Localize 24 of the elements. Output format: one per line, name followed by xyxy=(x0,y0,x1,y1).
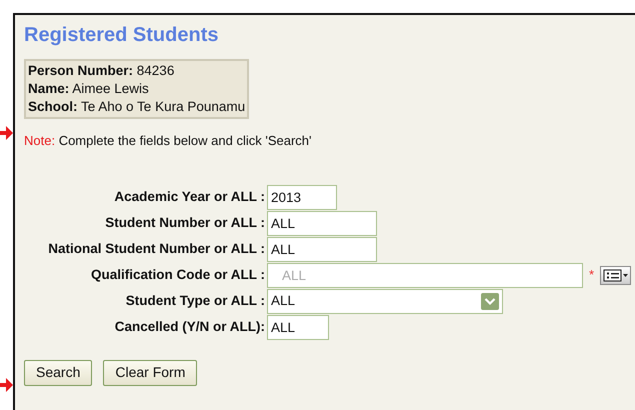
info-line: School: Te Aho o Te Kura Pounamu xyxy=(28,99,246,114)
field-label: Student Number or ALL : xyxy=(104,214,266,232)
input-field[interactable]: ALL xyxy=(267,314,329,340)
search-button[interactable]: Search xyxy=(24,360,92,386)
field-label: Cancelled (Y/N or ALL): xyxy=(114,318,266,336)
input-field[interactable]: 2013 xyxy=(267,184,337,210)
select-field[interactable]: ALL xyxy=(267,288,503,314)
field-label: Academic Year or ALL : xyxy=(113,188,266,206)
arrow-icon xyxy=(0,378,13,392)
input-field[interactable]: ALL xyxy=(267,210,377,236)
field-label: National Student Number or ALL : xyxy=(47,240,266,258)
info-line: Name: Aimee Lewis xyxy=(28,81,149,96)
info-line: Person Number: 84236 xyxy=(28,63,174,78)
page-title: Registered Students xyxy=(24,23,220,47)
lookup-button[interactable] xyxy=(600,266,632,284)
dropdown-icon xyxy=(481,292,499,310)
note-text: Note: Complete the fields below and click 'Search' xyxy=(24,132,313,150)
field-label: Student Type or ALL : xyxy=(124,292,266,310)
required-mark: * xyxy=(589,266,594,284)
field-label: Qualification Code or ALL : xyxy=(90,266,266,284)
arrow-icon xyxy=(0,126,13,140)
input-field[interactable]: ALL xyxy=(267,262,583,288)
clear-form-button[interactable]: Clear Form xyxy=(103,360,198,386)
input-field[interactable]: ALL xyxy=(267,236,377,262)
